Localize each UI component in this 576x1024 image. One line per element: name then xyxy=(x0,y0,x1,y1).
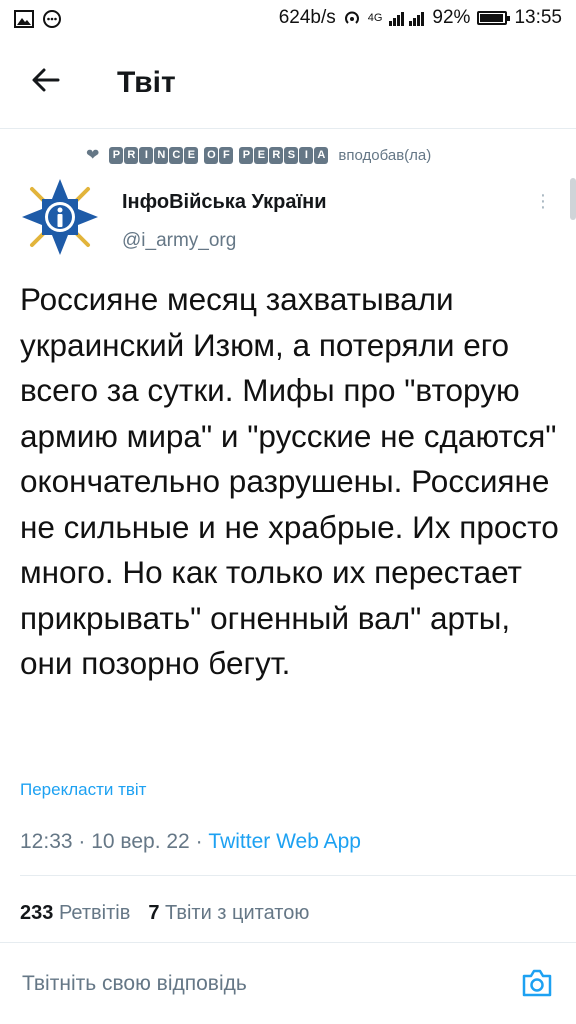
hotspot-icon xyxy=(344,11,359,24)
camera-icon[interactable] xyxy=(520,966,554,1000)
signal-icon xyxy=(389,12,425,26)
more-options-icon[interactable]: · · · xyxy=(535,185,551,217)
status-bar: 624b/s 4G 92% 13:55 xyxy=(0,0,576,40)
tweet-time: 12:33 xyxy=(20,830,73,853)
tweet-stats: 233 Ретвітів 7 Твіти з цитатою xyxy=(20,902,309,925)
name-word-2: OF xyxy=(204,146,234,164)
avatar[interactable] xyxy=(20,177,100,257)
network-speed: 624b/s xyxy=(278,7,336,28)
quotes-label: Твіти з цитатою xyxy=(165,902,310,924)
liked-by-user-name[interactable]: PRINCE OF PERSIA xyxy=(109,146,329,164)
page-title: Твіт xyxy=(117,66,176,99)
retweets-stat[interactable]: 233 Ретвітів xyxy=(20,902,130,925)
quotes-stat[interactable]: 7 Твіти з цитатою xyxy=(148,902,309,925)
name-word-3: PERSIA xyxy=(239,146,329,164)
retweets-count: 233 xyxy=(20,902,54,924)
tweet-metadata: 12:33 · 10 вер. 22 · Twitter Web App xyxy=(20,830,361,853)
scrollbar[interactable] xyxy=(570,178,576,220)
network-type: 4G xyxy=(367,12,383,24)
battery-percent: 92% xyxy=(432,7,471,28)
chat-icon xyxy=(43,10,61,28)
image-icon xyxy=(14,10,34,28)
translate-tweet-link[interactable]: Перекласти твіт xyxy=(20,780,146,800)
heart-icon: ❤ xyxy=(86,147,100,164)
quotes-count: 7 xyxy=(148,902,160,924)
reply-input[interactable]: Твітніть свою відповідь xyxy=(22,972,247,996)
emblem-icon xyxy=(22,179,98,255)
battery-icon xyxy=(477,11,511,25)
tweet-text: Россияне месяц захватывали украинский Из… xyxy=(20,281,559,681)
clock: 13:55 xyxy=(514,7,562,28)
author-name[interactable]: ІнфоВійська України xyxy=(122,191,327,214)
liked-by-suffix: вподобав(ла) xyxy=(338,146,432,164)
tweet-source-link[interactable]: Twitter Web App xyxy=(208,830,361,853)
name-word-1: PRINCE xyxy=(109,146,199,164)
divider xyxy=(20,875,576,876)
retweets-label: Ретвітів xyxy=(58,902,131,924)
divider xyxy=(0,942,576,943)
tweet-date: 10 вер. 22 xyxy=(91,830,190,853)
arrow-left-icon[interactable] xyxy=(30,64,62,96)
liked-by-context[interactable]: ❤ PRINCE OF PERSIA вподобав(ла) xyxy=(86,145,431,165)
author-handle[interactable]: @i_army_org xyxy=(122,230,236,252)
top-app-bar: Твіт xyxy=(0,40,576,129)
